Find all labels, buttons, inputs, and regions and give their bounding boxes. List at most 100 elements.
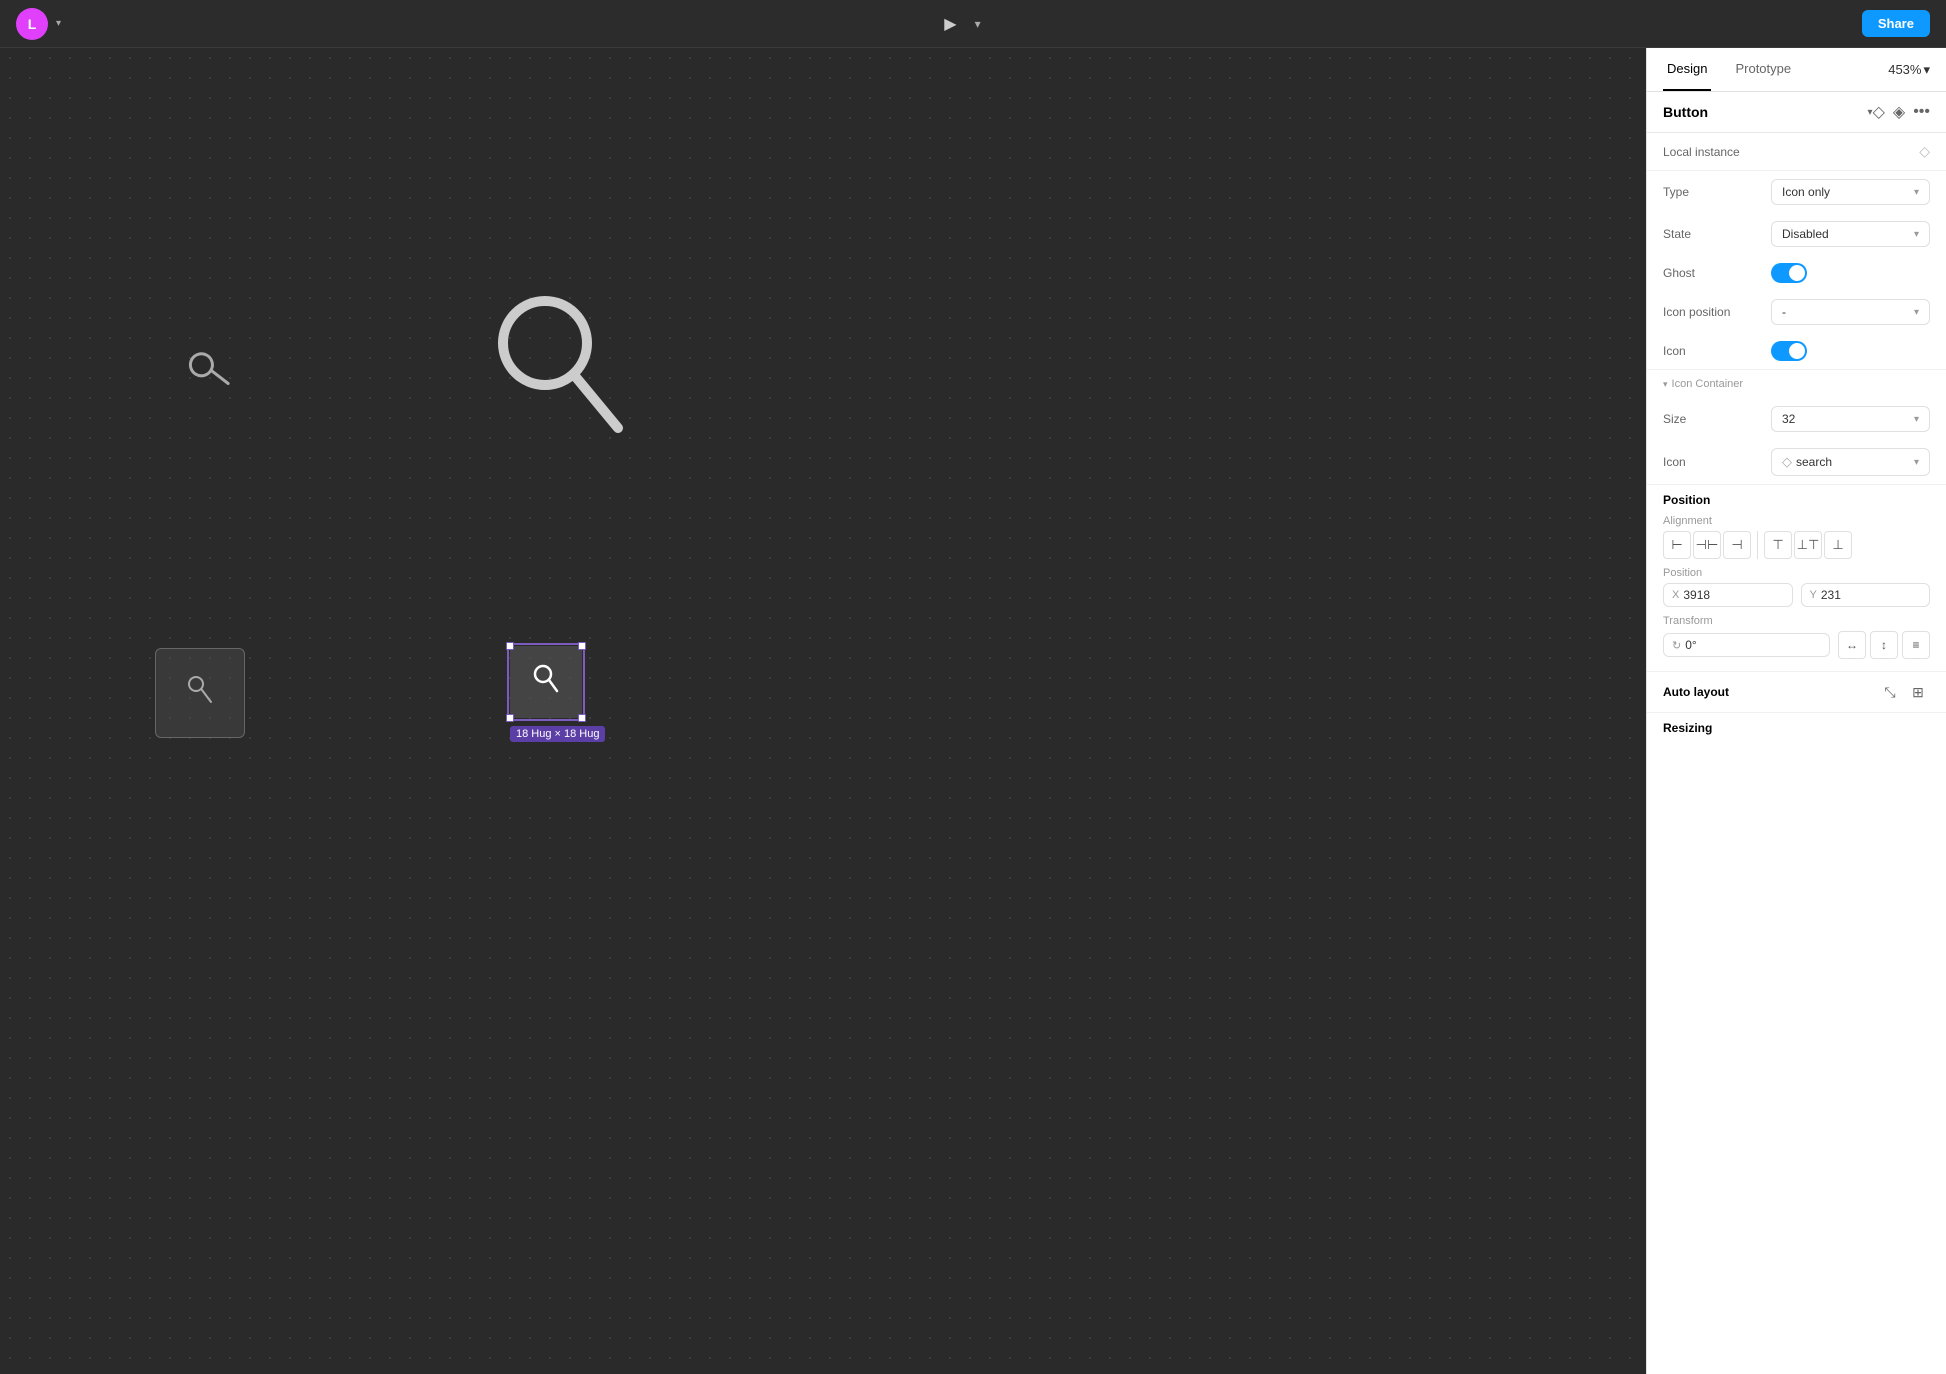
align-center-h-button[interactable]: ⊣⊢ xyxy=(1693,531,1721,559)
align-middle-v-button[interactable]: ⊥⊤ xyxy=(1794,531,1822,559)
state-dropdown-value: Disabled xyxy=(1782,227,1829,241)
size-dropdown-value: 32 xyxy=(1782,412,1795,426)
icon-position-dropdown-value: - xyxy=(1782,305,1786,319)
icon-value-diamond-icon: ◇ xyxy=(1782,454,1792,470)
zoom-chevron-icon: ▾ xyxy=(1923,62,1930,78)
icon-toggle-row: Icon xyxy=(1647,333,1946,369)
position-label: Position xyxy=(1663,567,1930,579)
x-label: X xyxy=(1672,589,1679,601)
ghost-label: Ghost xyxy=(1663,266,1763,280)
auto-layout-title: Auto layout xyxy=(1663,685,1878,699)
icon-position-chevron-icon: ▾ xyxy=(1914,307,1919,318)
x-value[interactable]: 3918 xyxy=(1683,588,1783,602)
icon-value-dropdown[interactable]: ◇ search ▾ xyxy=(1771,448,1930,476)
auto-layout-settings-button[interactable]: ⊞ xyxy=(1906,680,1930,704)
icon-container-chevron-icon[interactable]: ▾ xyxy=(1663,379,1668,390)
icon-value[interactable]: ◇ search ▾ xyxy=(1771,448,1930,476)
topbar-left: L ▾ xyxy=(16,8,61,40)
align-top-button[interactable]: ⊤ xyxy=(1764,531,1792,559)
state-dropdown[interactable]: Disabled ▾ xyxy=(1771,221,1930,247)
y-input-group[interactable]: Y 231 xyxy=(1801,583,1931,607)
selected-button-icon xyxy=(533,664,559,701)
xy-row: X 3918 Y 231 xyxy=(1663,583,1930,607)
transform-extra-button[interactable]: ≡ xyxy=(1902,631,1930,659)
resizing-section: Resizing xyxy=(1647,712,1946,743)
canvas-search-large xyxy=(490,288,630,472)
component-name: Button xyxy=(1663,104,1864,120)
canvas[interactable]: 18 Hug × 18 Hug xyxy=(0,48,1646,1374)
handle-br xyxy=(578,714,586,722)
auto-layout-collapse-button[interactable]: ⤡ xyxy=(1878,680,1902,704)
transform-label: Transform xyxy=(1663,615,1930,627)
type-value[interactable]: Icon only ▾ xyxy=(1771,179,1930,205)
ghost-toggle[interactable] xyxy=(1771,263,1807,283)
local-instance-row: Local instance ◇ xyxy=(1647,133,1946,171)
flip-vertical-button[interactable]: ↕ xyxy=(1870,631,1898,659)
icon-toggle[interactable] xyxy=(1771,341,1807,361)
icon-value-chevron-icon: ▾ xyxy=(1914,457,1919,468)
component-target-icon[interactable]: ◈ xyxy=(1893,102,1905,122)
zoom-value: 453% xyxy=(1888,62,1921,77)
transform-icons: ↔ ↕ ≡ xyxy=(1838,631,1930,659)
alignment-label: Alignment xyxy=(1663,515,1930,527)
handle-bl xyxy=(506,714,514,722)
position-title: Position xyxy=(1663,493,1930,507)
rotation-value[interactable]: 0° xyxy=(1685,638,1696,652)
icon-position-row: Icon position - ▾ xyxy=(1647,291,1946,333)
align-right-button[interactable]: ⊣ xyxy=(1723,531,1751,559)
ghost-toggle-container xyxy=(1771,263,1807,283)
share-button[interactable]: Share xyxy=(1862,10,1930,37)
size-dropdown[interactable]: 32 ▾ xyxy=(1771,406,1930,432)
tab-design[interactable]: Design xyxy=(1663,48,1711,91)
canvas-ghost-button-small xyxy=(155,648,245,738)
topbar-right: Share xyxy=(1862,10,1930,37)
type-dropdown[interactable]: Icon only ▾ xyxy=(1771,179,1930,205)
canvas-selected-button[interactable] xyxy=(510,646,582,718)
avatar: L xyxy=(16,8,48,40)
icon-position-label: Icon position xyxy=(1663,305,1763,319)
local-instance-icon[interactable]: ◇ xyxy=(1919,143,1930,160)
rotation-icon: ↻ xyxy=(1672,639,1681,652)
icon-container-label: Icon Container xyxy=(1672,378,1744,390)
flip-horizontal-button[interactable]: ↔ xyxy=(1838,631,1866,659)
right-panel: Design Prototype 453% ▾ Button ▾ ◇ ◈ •••… xyxy=(1646,48,1946,1374)
size-dropdown-chevron-icon: ▾ xyxy=(1914,414,1919,425)
icon-position-value[interactable]: - ▾ xyxy=(1771,299,1930,325)
type-row: Type Icon only ▾ xyxy=(1647,171,1946,213)
handle-tr xyxy=(578,642,586,650)
icon-position-dropdown[interactable]: - ▾ xyxy=(1771,299,1930,325)
component-link-icon[interactable]: ◇ xyxy=(1873,102,1885,122)
icon-value-row: Icon ◇ search ▾ xyxy=(1647,440,1946,484)
play-button[interactable]: ▶ xyxy=(938,8,962,40)
panel-tabs: Design Prototype 453% ▾ xyxy=(1647,48,1946,92)
play-chevron-button[interactable]: ▾ xyxy=(971,13,985,35)
ghost-row: Ghost xyxy=(1647,255,1946,291)
state-value[interactable]: Disabled ▾ xyxy=(1771,221,1930,247)
resizing-title: Resizing xyxy=(1663,721,1930,735)
auto-layout-section: Auto layout ⤡ ⊞ xyxy=(1647,671,1946,712)
state-dropdown-chevron-icon: ▾ xyxy=(1914,229,1919,240)
x-input-group[interactable]: X 3918 xyxy=(1663,583,1793,607)
type-dropdown-chevron-icon: ▾ xyxy=(1914,187,1919,198)
canvas-search-small xyxy=(183,344,237,411)
topbar: L ▾ ▶ ▾ Share xyxy=(0,0,1946,48)
zoom-control[interactable]: 453% ▾ xyxy=(1888,62,1930,78)
local-instance-label: Local instance xyxy=(1663,145,1911,159)
component-more-icon[interactable]: ••• xyxy=(1913,103,1930,121)
auto-layout-icons: ⤡ ⊞ xyxy=(1878,680,1930,704)
align-bottom-button[interactable]: ⊥ xyxy=(1824,531,1852,559)
type-dropdown-value: Icon only xyxy=(1782,185,1830,199)
icon-container-section: ▾ Icon Container xyxy=(1647,369,1946,398)
rotation-input[interactable]: ↻ 0° xyxy=(1663,633,1830,657)
topbar-center: ▶ ▾ xyxy=(938,8,984,40)
align-left-button[interactable]: ⊢ xyxy=(1663,531,1691,559)
header-icons: ◇ ◈ ••• xyxy=(1873,102,1930,122)
type-label: Type xyxy=(1663,185,1763,199)
main-layout: 18 Hug × 18 Hug Design Prototype 453% ▾ … xyxy=(0,48,1946,1374)
component-header: Button ▾ ◇ ◈ ••• xyxy=(1647,92,1946,133)
size-prop-value[interactable]: 32 ▾ xyxy=(1771,406,1930,432)
y-value[interactable]: 231 xyxy=(1821,588,1921,602)
avatar-chevron-icon[interactable]: ▾ xyxy=(56,18,61,29)
size-row: Size 32 ▾ xyxy=(1647,398,1946,440)
tab-prototype[interactable]: Prototype xyxy=(1731,48,1795,91)
